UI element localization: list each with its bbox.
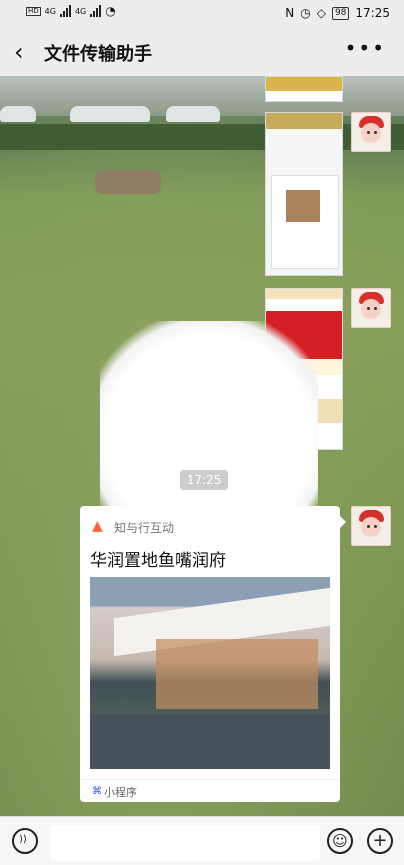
more-icon[interactable]: ••• bbox=[345, 36, 386, 60]
background-stump bbox=[95, 170, 161, 194]
chat-area: 17:25 ▲ 知与行互动 华润置地鱼嘴润府 ⌘ 小程序 bbox=[0, 76, 404, 816]
voice-icon[interactable]: )) bbox=[12, 828, 38, 854]
wifi-icon: ◔ bbox=[105, 4, 116, 18]
network-left: 4G bbox=[44, 6, 56, 16]
mini-program-label: 小程序 bbox=[104, 786, 137, 799]
hd-icon: HD bbox=[26, 6, 41, 16]
avatar[interactable] bbox=[351, 112, 391, 152]
image-message-1[interactable] bbox=[265, 76, 343, 102]
plus-icon[interactable]: + bbox=[367, 828, 393, 854]
status-bar: HD 4G 4G ◔ N ◷ ◇ 98 17:25 bbox=[0, 0, 404, 28]
app-name: 知与行互动 bbox=[114, 521, 175, 535]
background-hedge bbox=[0, 124, 404, 150]
background-car bbox=[70, 106, 150, 122]
background-car bbox=[0, 106, 36, 122]
status-left: HD 4G 4G ◔ bbox=[26, 4, 116, 18]
app-logo-icon: ▲ bbox=[92, 518, 103, 534]
image-preview bbox=[266, 289, 342, 299]
card-image bbox=[90, 577, 330, 769]
alarm-icon: ◷ bbox=[300, 6, 311, 20]
card-divider bbox=[80, 779, 340, 780]
message-input[interactable] bbox=[50, 825, 320, 861]
reflecting-pool bbox=[90, 714, 330, 769]
network-right: 4G bbox=[74, 6, 87, 16]
battery-icon: 98 bbox=[331, 6, 350, 20]
mini-program-icon: ⌘ bbox=[92, 786, 102, 797]
image-preview bbox=[266, 113, 342, 129]
chat-header: ‹ 文件传输助手 ••• bbox=[0, 28, 404, 76]
input-bar: )) ☺ + bbox=[0, 816, 404, 865]
image-preview bbox=[266, 77, 342, 91]
emoji-icon[interactable]: ☺ bbox=[327, 828, 353, 854]
building-glass bbox=[156, 639, 318, 709]
status-time: 17:25 bbox=[355, 6, 390, 20]
status-right: N ◷ ◇ 98 17:25 bbox=[285, 6, 390, 20]
signal-icon-2 bbox=[90, 5, 102, 17]
signal-icon bbox=[59, 5, 71, 17]
image-preview bbox=[286, 190, 320, 222]
back-icon[interactable]: ‹ bbox=[14, 38, 24, 66]
image-message-2[interactable] bbox=[265, 112, 343, 276]
mini-program-card[interactable]: ▲ 知与行互动 华润置地鱼嘴润府 ⌘ 小程序 bbox=[80, 506, 346, 802]
background-car bbox=[166, 106, 220, 122]
avatar[interactable] bbox=[351, 506, 391, 546]
mute-icon: ◇ bbox=[316, 6, 326, 20]
chat-title: 文件传输助手 bbox=[44, 44, 152, 65]
timestamp: 17:25 bbox=[180, 470, 228, 490]
avatar[interactable] bbox=[351, 288, 391, 328]
card-title: 华润置地鱼嘴润府 bbox=[90, 551, 226, 571]
nfc-icon: N bbox=[285, 6, 295, 20]
